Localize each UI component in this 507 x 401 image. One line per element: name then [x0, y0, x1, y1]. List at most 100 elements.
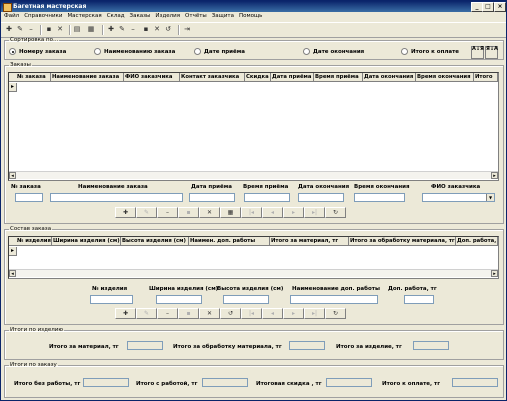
- col-item-height[interactable]: Высота изделия (см): [121, 237, 189, 246]
- nav-save-button[interactable]: ▪: [178, 207, 199, 218]
- col-accept-time[interactable]: Время приёма: [314, 73, 363, 82]
- accept-date-field[interactable]: [189, 193, 235, 202]
- orders-hscrollbar[interactable]: ◂ ▸: [9, 171, 498, 179]
- menu-file[interactable]: Файл: [4, 13, 19, 19]
- close-button[interactable]: ×: [494, 2, 506, 12]
- sort-by-end-date-radio[interactable]: Дате окончания: [303, 48, 364, 55]
- menu-reports[interactable]: Отчёты: [185, 13, 207, 19]
- sort-by-number-radio[interactable]: Номеру заказа: [9, 48, 66, 55]
- items-nav-next-button[interactable]: ▸: [283, 308, 304, 319]
- extra-work-name-field[interactable]: [290, 295, 378, 304]
- edit2-icon[interactable]: ✎: [117, 25, 127, 34]
- extra-work-cost-field[interactable]: [404, 295, 434, 304]
- nav-first-button[interactable]: |◂: [241, 207, 262, 218]
- items-nav-save-button[interactable]: ▪: [178, 308, 199, 319]
- col-end-date[interactable]: Дата окончания: [363, 73, 416, 82]
- col-processing-total[interactable]: Итого за обработку материала, тг: [349, 237, 456, 246]
- col-item-number[interactable]: № изделия: [9, 237, 52, 246]
- menu-help[interactable]: Помощь: [239, 13, 262, 19]
- items-hscrollbar[interactable]: ◂ ▸: [9, 269, 498, 277]
- nav-delete-button[interactable]: –: [157, 207, 178, 218]
- menu-workshop[interactable]: Мастерская: [67, 13, 101, 19]
- total-to-pay-field[interactable]: [452, 378, 498, 387]
- item-width-field[interactable]: [156, 295, 202, 304]
- row-selector-icon[interactable]: ▸: [9, 83, 17, 92]
- col-end-time[interactable]: Время окончания: [416, 73, 474, 82]
- sort-by-name-radio[interactable]: Наименованию заказа: [94, 48, 175, 55]
- item-total-field[interactable]: [413, 341, 449, 350]
- menu-orders[interactable]: Заказы: [130, 13, 151, 19]
- nav-add-button[interactable]: ✚: [115, 207, 136, 218]
- menu-products[interactable]: Изделия: [155, 13, 180, 19]
- sort-by-date-radio[interactable]: Дате приёма: [194, 48, 245, 55]
- delete2-icon[interactable]: –: [128, 25, 138, 34]
- col-customer-name[interactable]: ФИО заказчика: [124, 73, 180, 82]
- items-nav-edit-button[interactable]: ✎: [136, 308, 157, 319]
- item-number-field[interactable]: [90, 295, 133, 304]
- nav-next-button[interactable]: ▸: [283, 207, 304, 218]
- items-grid[interactable]: № изделия Ширина изделия (см) Высота изд…: [8, 236, 499, 279]
- nav-prev-button[interactable]: ◂: [262, 207, 283, 218]
- print-icon[interactable]: ▤: [72, 25, 82, 34]
- items-nav-add-button[interactable]: ✚: [115, 308, 136, 319]
- nav-refresh-button[interactable]: ↻: [325, 207, 346, 218]
- total-with-work-field[interactable]: [202, 378, 248, 387]
- col-discount[interactable]: Скидка: [245, 73, 271, 82]
- nav-last-button[interactable]: ▸|: [304, 207, 325, 218]
- add2-icon[interactable]: ✚: [106, 25, 116, 34]
- nav-grid-button[interactable]: ▦: [220, 207, 241, 218]
- items-row-selector-icon[interactable]: ▸: [9, 247, 17, 256]
- col-item-width[interactable]: Ширина изделия (см): [52, 237, 121, 246]
- accept-time-field[interactable]: [244, 193, 290, 202]
- col-material-total[interactable]: Итого за материал, тг: [270, 237, 349, 246]
- nav-edit-button[interactable]: ✎: [136, 207, 157, 218]
- items-scroll-right-icon[interactable]: ▸: [491, 270, 498, 277]
- save-icon[interactable]: ▪: [44, 25, 54, 34]
- material-total-field[interactable]: [127, 341, 163, 350]
- col-extra-work-cost[interactable]: Доп. работа, тг: [456, 237, 498, 246]
- items-nav-first-button[interactable]: |◂: [241, 308, 262, 319]
- maximize-button[interactable]: □: [482, 2, 494, 12]
- delete-icon[interactable]: –: [26, 25, 36, 34]
- menu-directories[interactable]: Справочники: [24, 13, 62, 19]
- col-order-name[interactable]: Наименование заказа: [51, 73, 124, 82]
- nav-cancel-button[interactable]: ✕: [199, 207, 220, 218]
- add-icon[interactable]: ✚: [4, 25, 14, 34]
- items-nav-delete-button[interactable]: –: [157, 308, 178, 319]
- items-nav-cancel-button[interactable]: ✕: [199, 308, 220, 319]
- sort-asc-button[interactable]: A↓Я: [471, 46, 484, 59]
- chevron-down-icon[interactable]: ▼: [486, 194, 494, 201]
- items-nav-prev-button[interactable]: ◂: [262, 308, 283, 319]
- sort-by-total-radio[interactable]: Итого к оплате: [401, 48, 459, 55]
- menu-warehouse[interactable]: Склад: [107, 13, 125, 19]
- preview-icon[interactable]: ▦: [86, 25, 96, 34]
- col-order-number[interactable]: № заказа: [9, 73, 51, 82]
- menu-security[interactable]: Защита: [212, 13, 234, 19]
- cancel-icon[interactable]: ✕: [55, 25, 65, 34]
- scroll-right-icon[interactable]: ▸: [491, 172, 498, 179]
- items-nav-undo-button[interactable]: ↺: [220, 308, 241, 319]
- total-discount-field[interactable]: [326, 378, 372, 387]
- save2-icon[interactable]: ▪: [141, 25, 151, 34]
- order-number-field[interactable]: [15, 193, 43, 202]
- items-nav-last-button[interactable]: ▸|: [304, 308, 325, 319]
- end-date-field[interactable]: [298, 193, 344, 202]
- order-name-field[interactable]: [50, 193, 183, 202]
- total-without-work-field[interactable]: [83, 378, 129, 387]
- items-nav-refresh-button[interactable]: ↻: [325, 308, 346, 319]
- item-height-field[interactable]: [223, 295, 269, 304]
- col-extra-work-name[interactable]: Наимен. доп. работы: [189, 237, 270, 246]
- col-total[interactable]: Итого: [474, 73, 498, 82]
- customer-name-select[interactable]: ▼: [422, 193, 495, 202]
- orders-grid[interactable]: № заказа Наименование заказа ФИО заказчи…: [8, 72, 499, 181]
- processing-total-field[interactable]: [289, 341, 325, 350]
- scroll-left-icon[interactable]: ◂: [9, 172, 16, 179]
- edit-icon[interactable]: ✎: [15, 25, 25, 34]
- end-time-field[interactable]: [354, 193, 405, 202]
- sort-desc-button[interactable]: Я↓A: [485, 46, 498, 59]
- cancel2-icon[interactable]: ✕: [152, 25, 162, 34]
- col-accept-date[interactable]: Дата приёма: [271, 73, 314, 82]
- undo-icon[interactable]: ↺: [163, 25, 173, 34]
- col-customer-contact[interactable]: Контакт заказчика: [180, 73, 245, 82]
- exit-icon[interactable]: ⇥: [182, 25, 192, 34]
